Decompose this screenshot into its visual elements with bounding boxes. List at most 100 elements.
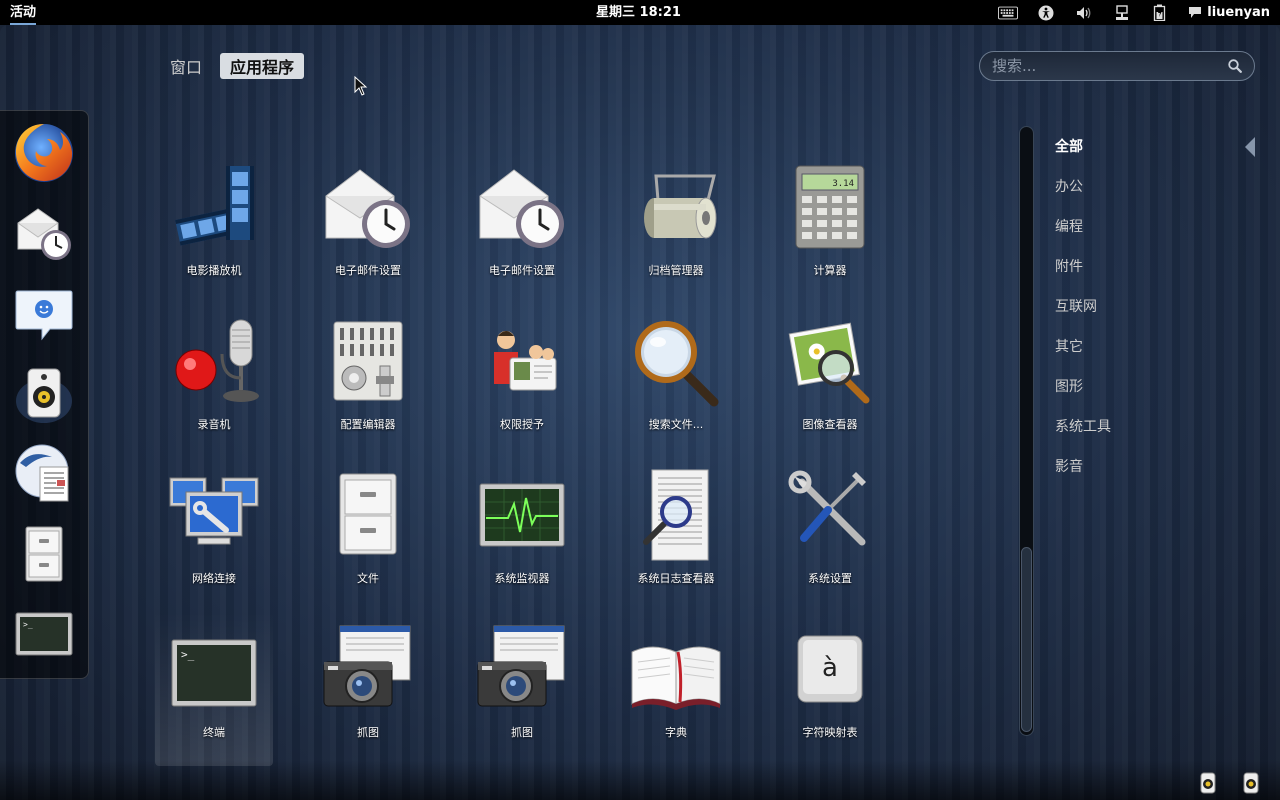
volume-icon[interactable]	[1074, 4, 1094, 22]
category-internet[interactable]: 互联网	[1055, 296, 1255, 336]
svg-text:3.14: 3.14	[832, 179, 854, 189]
app-label: 录音机	[197, 418, 231, 431]
config-panel-icon	[333, 321, 403, 401]
tab-windows[interactable]: 窗口	[160, 53, 212, 79]
category-selected-arrow-icon	[1245, 137, 1255, 157]
app-label: 终端	[203, 726, 225, 739]
dash-file-cabinet-icon[interactable]	[12, 521, 76, 585]
category-programming[interactable]: 编程	[1055, 216, 1255, 256]
app-label: 权限授予	[500, 418, 544, 431]
scrollbar-thumb[interactable]	[1021, 547, 1032, 732]
camera-icon	[477, 625, 565, 707]
app-calculator[interactable]: 3.14 计算器	[771, 150, 889, 304]
app-screenshot-1[interactable]: 抓图	[309, 612, 427, 766]
app-terminal[interactable]: >_ 终端	[155, 612, 273, 766]
system-monitor-icon	[479, 483, 565, 547]
app-label: 电子邮件设置	[489, 264, 555, 277]
speaker-icon[interactable]	[1199, 772, 1217, 794]
magnifier-icon	[635, 321, 719, 407]
app-label: 电影播放机	[186, 264, 242, 277]
camera-icon	[323, 625, 411, 707]
app-system-monitor[interactable]: 系统监视器	[463, 458, 581, 612]
app-sound-recorder[interactable]: 录音机	[155, 304, 273, 458]
chat-bubble-icon	[1189, 7, 1202, 18]
charmap-key-icon: à	[797, 635, 863, 703]
battery-icon[interactable]	[1150, 4, 1170, 22]
bottom-shadow	[0, 760, 1280, 800]
activities-button[interactable]: 活动	[10, 0, 37, 25]
category-office[interactable]: 办公	[1055, 176, 1255, 216]
app-log-viewer[interactable]: 系统日志查看器	[617, 458, 735, 612]
app-label: 抓图	[357, 726, 379, 739]
terminal-icon: >_	[171, 639, 257, 707]
username: liuenyan	[1207, 5, 1270, 20]
network-icon	[169, 477, 259, 545]
app-label: 搜索文件...	[648, 418, 704, 431]
app-label: 电子邮件设置	[335, 264, 401, 277]
file-cabinet-icon	[339, 473, 397, 555]
accessibility-icon[interactable]	[1036, 4, 1056, 22]
app-authorizations[interactable]: 权限授予	[463, 304, 581, 458]
app-label: 计算器	[813, 264, 847, 277]
dash-terminal-icon[interactable]: >_	[12, 601, 76, 665]
app-archive-manager[interactable]: 归档管理器	[617, 150, 735, 304]
app-screenshot-2[interactable]: 抓图	[463, 612, 581, 766]
app-label: 字典	[665, 726, 687, 739]
search-box[interactable]	[979, 51, 1255, 81]
category-other[interactable]: 其它	[1055, 336, 1255, 376]
dash: >_	[0, 110, 89, 679]
category-graphics[interactable]: 图形	[1055, 376, 1255, 416]
svg-text:>_: >_	[23, 620, 33, 629]
app-label: 文件	[357, 572, 379, 585]
category-system-tools[interactable]: 系统工具	[1055, 416, 1255, 456]
app-label: 归档管理器	[648, 264, 704, 277]
app-mail-settings-1[interactable]: 电子邮件设置	[309, 150, 427, 304]
app-label: 配置编辑器	[340, 418, 396, 431]
app-files[interactable]: 文件	[309, 458, 427, 612]
app-label: 字符映射表	[802, 726, 858, 739]
search-icon	[1228, 59, 1242, 73]
top-bar: 活动 星期三 18:21 liuenyan	[0, 0, 1280, 25]
category-sound-video[interactable]: 影音	[1055, 456, 1255, 496]
dash-rhythmbox-speaker-icon[interactable]	[12, 361, 76, 425]
app-label: 抓图	[511, 726, 533, 739]
mouse-cursor-icon	[354, 76, 368, 96]
app-dictionary[interactable]: 字典	[617, 612, 735, 766]
log-viewer-icon	[643, 469, 709, 561]
category-all[interactable]: 全部	[1055, 136, 1255, 176]
svg-text:>_: >_	[181, 648, 195, 661]
tab-applications[interactable]: 应用程序	[220, 53, 305, 79]
dash-mail-settings-icon[interactable]	[12, 201, 76, 265]
image-viewer-icon	[788, 322, 870, 404]
search-input[interactable]	[992, 57, 1212, 75]
app-system-settings[interactable]: 系统设置	[771, 458, 889, 612]
app-grid: 电影播放机 电子邮件设置 电子邮件设置 归档管理器 3.14 计算器 录音机 配…	[155, 150, 955, 766]
tools-icon	[788, 470, 866, 546]
system-tray: liuenyan	[998, 0, 1270, 25]
app-label: 系统设置	[808, 572, 852, 585]
app-label: 网络连接	[192, 572, 236, 585]
app-mail-settings-2[interactable]: 电子邮件设置	[463, 150, 581, 304]
app-image-viewer[interactable]: 图像查看器	[771, 304, 889, 458]
keyboard-icon[interactable]	[998, 4, 1019, 22]
microphone-icon	[175, 319, 259, 402]
category-accessories[interactable]: 附件	[1055, 256, 1255, 296]
network-wired-icon[interactable]	[1112, 4, 1132, 22]
app-config-editor[interactable]: 配置编辑器	[309, 304, 427, 458]
app-grid-scrollbar[interactable]	[1019, 126, 1034, 736]
app-movie-player[interactable]: 电影播放机	[155, 150, 273, 304]
dash-office-writer-icon[interactable]	[12, 441, 76, 505]
user-menu[interactable]: liuenyan	[1188, 5, 1270, 20]
dash-chat-icon[interactable]	[12, 281, 76, 345]
app-character-map[interactable]: à 字符映射表	[771, 612, 889, 766]
dash-firefox-icon[interactable]	[12, 121, 76, 185]
calculator-icon: 3.14	[795, 165, 865, 249]
app-label: 图像查看器	[802, 418, 858, 431]
speaker-icon[interactable]	[1242, 772, 1260, 794]
app-label: 系统日志查看器	[637, 572, 715, 585]
view-switcher: 窗口 应用程序	[160, 53, 305, 79]
app-search-files[interactable]: 搜索文件...	[617, 304, 735, 458]
clock[interactable]: 星期三 18:21	[596, 0, 681, 25]
app-network-connections[interactable]: 网络连接	[155, 458, 273, 612]
app-label: 系统监视器	[494, 572, 550, 585]
